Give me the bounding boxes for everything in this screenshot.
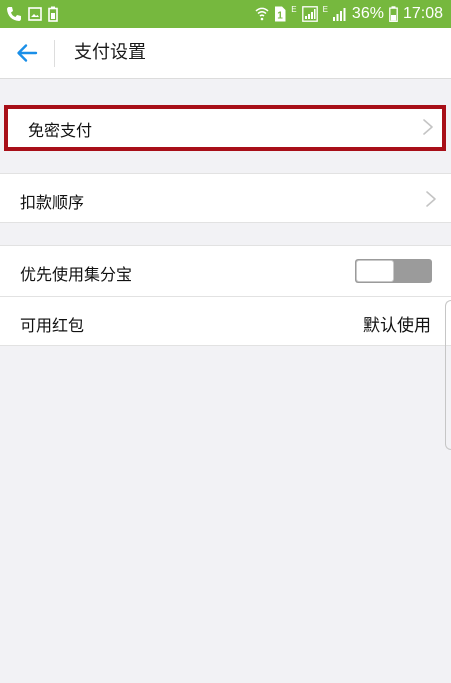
signal-icon bbox=[301, 6, 318, 22]
available-red-packet-row[interactable]: 可用红包 默认使用 bbox=[0, 296, 451, 346]
battery-save-icon bbox=[48, 6, 58, 22]
deduction-order-label: 扣款顺序 bbox=[20, 193, 85, 212]
navigation-header: 支付设置 bbox=[0, 28, 451, 79]
available-red-packet-label: 可用红包 bbox=[20, 316, 85, 335]
edge-panel-handle[interactable] bbox=[445, 300, 451, 450]
svg-text:1: 1 bbox=[277, 11, 283, 22]
prefer-jifenbao-label: 优先使用集分宝 bbox=[20, 265, 133, 284]
wifi-icon bbox=[255, 7, 269, 21]
battery-percent: 36% bbox=[351, 5, 384, 22]
clock-time: 17:08 bbox=[402, 5, 443, 22]
header-divider bbox=[54, 40, 55, 67]
back-arrow-icon bbox=[17, 44, 38, 62]
network-type-label: E bbox=[291, 5, 297, 14]
battery-icon bbox=[389, 6, 398, 22]
row-divider bbox=[0, 296, 451, 297]
chevron-right-icon bbox=[423, 119, 433, 135]
prefer-jifenbao-row: 优先使用集分宝 bbox=[0, 245, 451, 296]
phone-icon bbox=[6, 6, 22, 22]
back-button[interactable] bbox=[12, 40, 42, 66]
status-left-icons bbox=[6, 5, 58, 23]
status-right-icons: 1 E E 36% 17:08 bbox=[255, 4, 443, 24]
status-bar: 1 E E 36% 17:08 bbox=[0, 0, 451, 28]
deduction-order-row[interactable]: 扣款顺序 bbox=[0, 173, 451, 223]
toggle-knob bbox=[356, 260, 394, 282]
page-title: 支付设置 bbox=[74, 42, 146, 63]
password-free-pay-row[interactable]: 免密支付 bbox=[4, 105, 446, 151]
chevron-right-icon bbox=[426, 191, 436, 207]
prefer-jifenbao-toggle[interactable] bbox=[355, 259, 432, 283]
network-type-label-2: E bbox=[322, 5, 328, 14]
sim-1-icon: 1 bbox=[274, 6, 286, 22]
password-free-pay-label: 免密支付 bbox=[28, 121, 93, 140]
available-red-packet-value: 默认使用 bbox=[363, 316, 431, 336]
phone-screen: 1 E E 36% 17:08 支付设置 免密支付 扣款顺序 优先使用集分宝 可… bbox=[0, 0, 451, 683]
image-icon bbox=[28, 7, 42, 21]
signal-icon-2 bbox=[332, 7, 347, 21]
